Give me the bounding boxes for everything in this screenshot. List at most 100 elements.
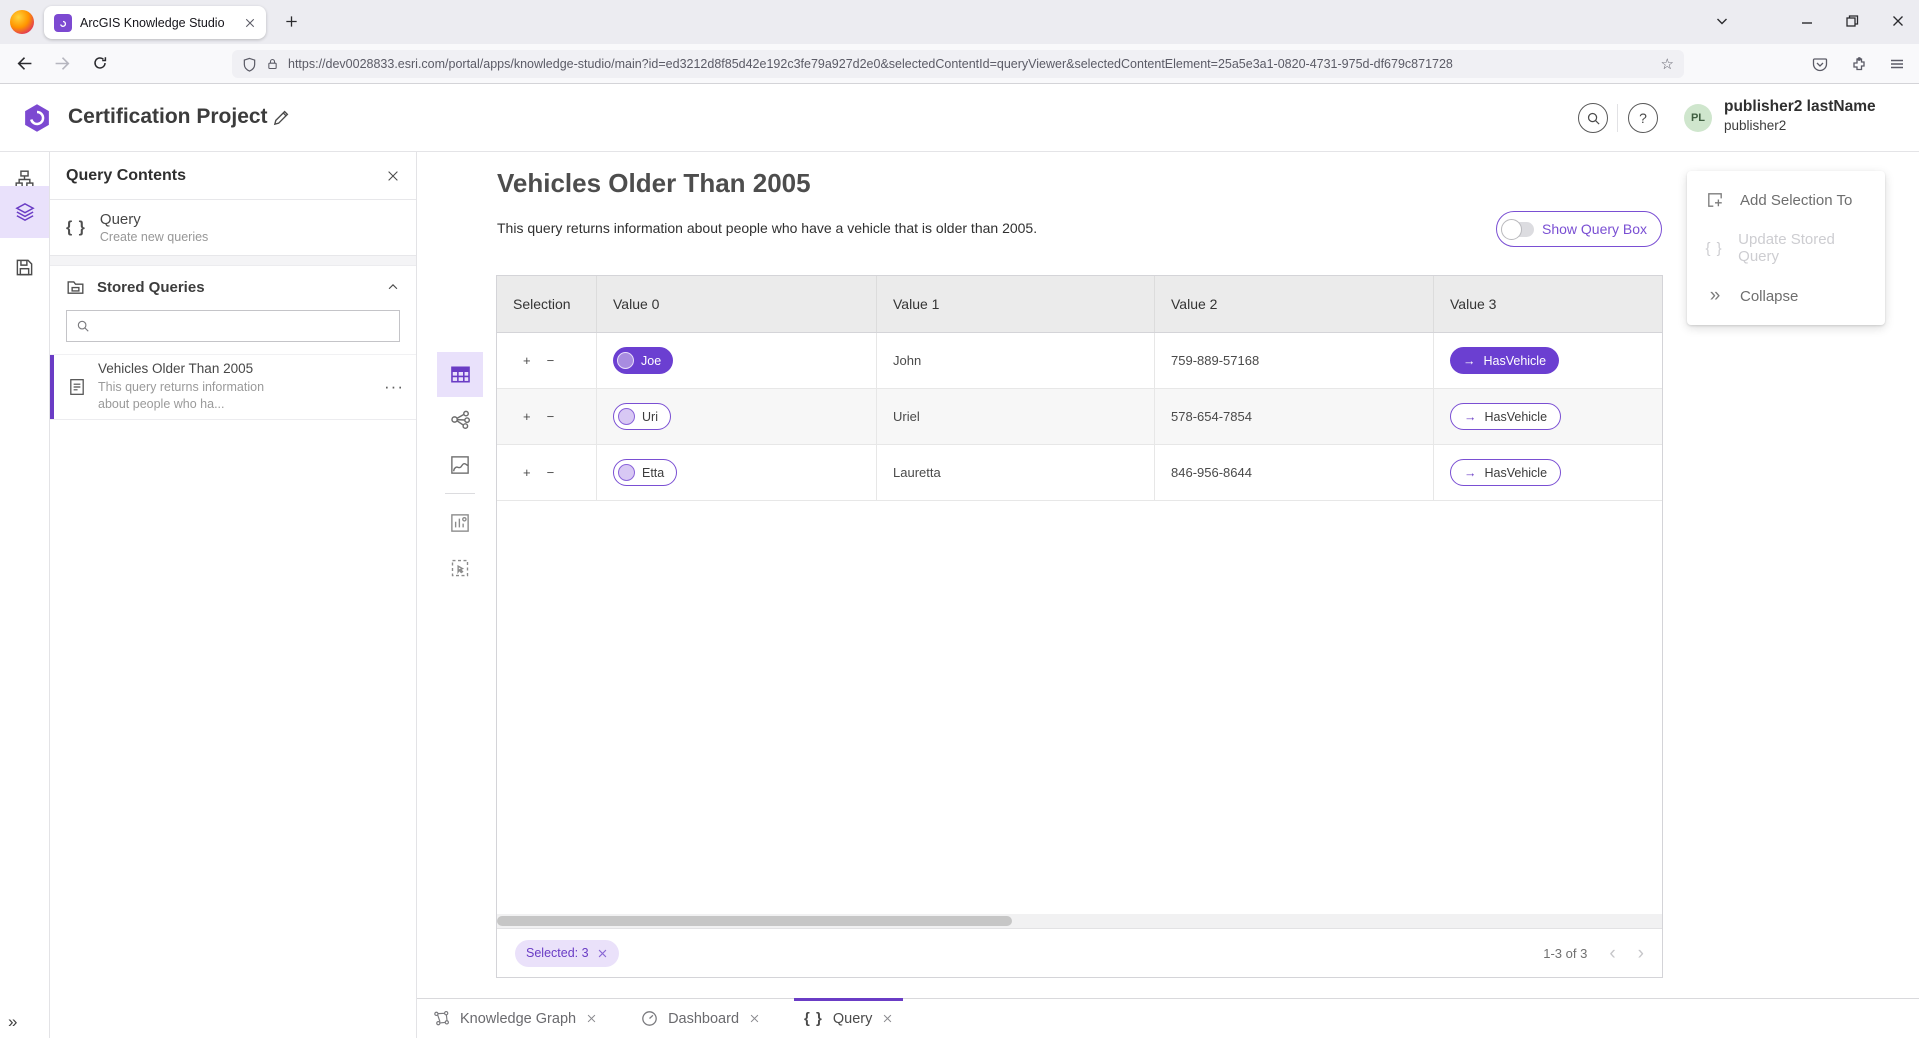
- search-button[interactable]: [1578, 103, 1608, 133]
- tab-knowledge-graph[interactable]: Knowledge Graph: [433, 999, 597, 1038]
- url-bar[interactable]: https://dev0028833.esri.com/portal/apps/…: [232, 50, 1684, 78]
- table-header: Selection Value 0 Value 1 Value 2 Value …: [497, 276, 1662, 333]
- url-text[interactable]: https://dev0028833.esri.com/portal/apps/…: [288, 57, 1652, 71]
- firefox-icon[interactable]: [10, 10, 34, 34]
- add-to-selection-button[interactable]: +: [523, 409, 531, 424]
- entity-pill[interactable]: Joe: [613, 347, 673, 374]
- remove-from-selection-button[interactable]: −: [547, 409, 555, 424]
- column-header[interactable]: Value 3: [1434, 276, 1662, 332]
- entity-pill[interactable]: Etta: [613, 459, 677, 486]
- window-restore-icon[interactable]: [1844, 13, 1860, 29]
- stored-item-title: Vehicles Older Than 2005: [98, 361, 372, 376]
- selection-tool-button[interactable]: [437, 545, 483, 590]
- results-table: Selection Value 0 Value 1 Value 2 Value …: [496, 275, 1663, 978]
- panel-close-icon[interactable]: [386, 169, 400, 183]
- shield-icon[interactable]: [242, 57, 257, 72]
- menu-item-add-selection-to[interactable]: Add Selection To: [1687, 176, 1885, 224]
- new-tab-button[interactable]: [284, 14, 299, 29]
- prev-page-button[interactable]: ‹: [1609, 944, 1615, 963]
- query-contents-panel: Query Contents { } Query Create new quer…: [50, 152, 417, 1038]
- table-row[interactable]: + − Uri Uriel 578-654-7854 →HasVehicle: [497, 389, 1662, 445]
- tab-dashboard[interactable]: Dashboard: [641, 999, 760, 1038]
- relationship-pill[interactable]: →HasVehicle: [1450, 347, 1559, 374]
- panel-header: Query Contents: [50, 152, 416, 200]
- selected-count-label: Selected: 3: [526, 946, 589, 960]
- bottom-tab-bar: Knowledge Graph Dashboard { } Query: [417, 998, 1919, 1038]
- horizontal-scrollbar[interactable]: [497, 914, 1662, 928]
- extensions-puzzle-icon[interactable]: [1851, 56, 1867, 72]
- rail-item-save[interactable]: [0, 244, 49, 290]
- cell-value1: John: [877, 333, 1155, 388]
- stored-queries-header[interactable]: Stored Queries: [50, 266, 416, 308]
- tab-close-icon[interactable]: [749, 1013, 760, 1024]
- lock-icon[interactable]: [266, 57, 279, 71]
- pocket-icon[interactable]: [1812, 56, 1828, 72]
- relationship-pill[interactable]: →HasVehicle: [1450, 403, 1561, 430]
- selected-count-chip[interactable]: Selected: 3: [515, 940, 619, 967]
- pagination: 1-3 of 3 ‹ ›: [1543, 944, 1644, 963]
- scrollbar-thumb[interactable]: [497, 916, 1012, 926]
- user-block[interactable]: publisher2 lastName publisher2: [1724, 97, 1876, 135]
- show-query-box-toggle[interactable]: Show Query Box: [1496, 211, 1662, 247]
- item-ellipsis-icon[interactable]: ···: [384, 377, 404, 397]
- project-title: Certification Project: [68, 105, 268, 129]
- chart-view-button[interactable]: [437, 500, 483, 545]
- arrow-right-icon: →: [1463, 354, 1476, 368]
- menu-hamburger-icon[interactable]: [1889, 56, 1905, 72]
- table-row[interactable]: + − Joe John 759-889-57168 →HasVehicle: [497, 333, 1662, 389]
- entity-dot-icon: [618, 408, 635, 425]
- tab-close-icon[interactable]: [882, 1013, 893, 1024]
- tab-close-icon[interactable]: [586, 1013, 597, 1024]
- stored-queries-search[interactable]: [66, 310, 400, 342]
- forward-icon[interactable]: [54, 55, 71, 72]
- clear-selection-icon[interactable]: [597, 948, 608, 959]
- tab-list-caret-icon[interactable]: [1714, 13, 1730, 29]
- bookmark-star-icon[interactable]: ☆: [1661, 55, 1674, 73]
- remove-from-selection-button[interactable]: −: [547, 465, 555, 480]
- column-header[interactable]: Selection: [497, 276, 597, 332]
- tab-query[interactable]: { } Query: [804, 999, 893, 1038]
- reload-icon[interactable]: [92, 55, 108, 71]
- column-header[interactable]: Value 0: [597, 276, 877, 332]
- remove-from-selection-button[interactable]: −: [547, 353, 555, 368]
- help-button[interactable]: ?: [1628, 103, 1658, 133]
- rail-expand-button[interactable]: »: [8, 1012, 17, 1032]
- query-create-item[interactable]: { } Query Create new queries: [50, 200, 416, 256]
- search-input[interactable]: [98, 319, 390, 334]
- avatar[interactable]: PL: [1684, 104, 1712, 132]
- column-header[interactable]: Value 1: [877, 276, 1155, 332]
- window-close-icon[interactable]: [1890, 13, 1906, 29]
- dashboard-gauge-icon: [641, 1010, 658, 1027]
- add-to-selection-button[interactable]: +: [523, 353, 531, 368]
- next-page-button[interactable]: ›: [1638, 944, 1644, 963]
- table-row[interactable]: + − Etta Lauretta 846-956-8644 →HasVehic…: [497, 445, 1662, 501]
- window-minimize-icon[interactable]: [1799, 13, 1815, 29]
- edit-pencil-icon[interactable]: [272, 109, 290, 127]
- rail-item-contents[interactable]: [0, 186, 49, 238]
- table-view-button[interactable]: [437, 352, 483, 397]
- document-icon: [68, 378, 86, 396]
- entity-pill[interactable]: Uri: [613, 403, 671, 430]
- main-content: Vehicles Older Than 2005 This query retu…: [417, 152, 1919, 1038]
- header-divider: [1617, 104, 1618, 132]
- link-chart-view-button[interactable]: [437, 397, 483, 442]
- section-gap: [50, 256, 416, 266]
- menu-item-update-stored-query[interactable]: { } Update Stored Query: [1687, 224, 1885, 272]
- search-icon: [76, 319, 90, 333]
- toggle-label: Show Query Box: [1542, 221, 1647, 237]
- back-icon[interactable]: [16, 55, 33, 72]
- stored-query-item[interactable]: Vehicles Older Than 2005 This query retu…: [50, 354, 416, 420]
- tab-close-icon[interactable]: [244, 17, 256, 29]
- relationship-pill[interactable]: →HasVehicle: [1450, 459, 1561, 486]
- menu-item-collapse[interactable]: » Collapse: [1687, 272, 1885, 320]
- add-to-selection-button[interactable]: +: [523, 465, 531, 480]
- context-menu: Add Selection To { } Update Stored Query…: [1687, 171, 1885, 325]
- query-item-title: Query: [100, 211, 208, 228]
- toggle-track: [1504, 222, 1534, 237]
- browser-navbar: https://dev0028833.esri.com/portal/apps/…: [0, 44, 1919, 84]
- chevron-up-icon[interactable]: [386, 280, 400, 294]
- browser-tab[interactable]: ArcGIS Knowledge Studio: [44, 6, 266, 39]
- column-header[interactable]: Value 2: [1155, 276, 1434, 332]
- browser-tabstrip: ArcGIS Knowledge Studio: [0, 0, 1919, 44]
- map-view-button[interactable]: [437, 442, 483, 487]
